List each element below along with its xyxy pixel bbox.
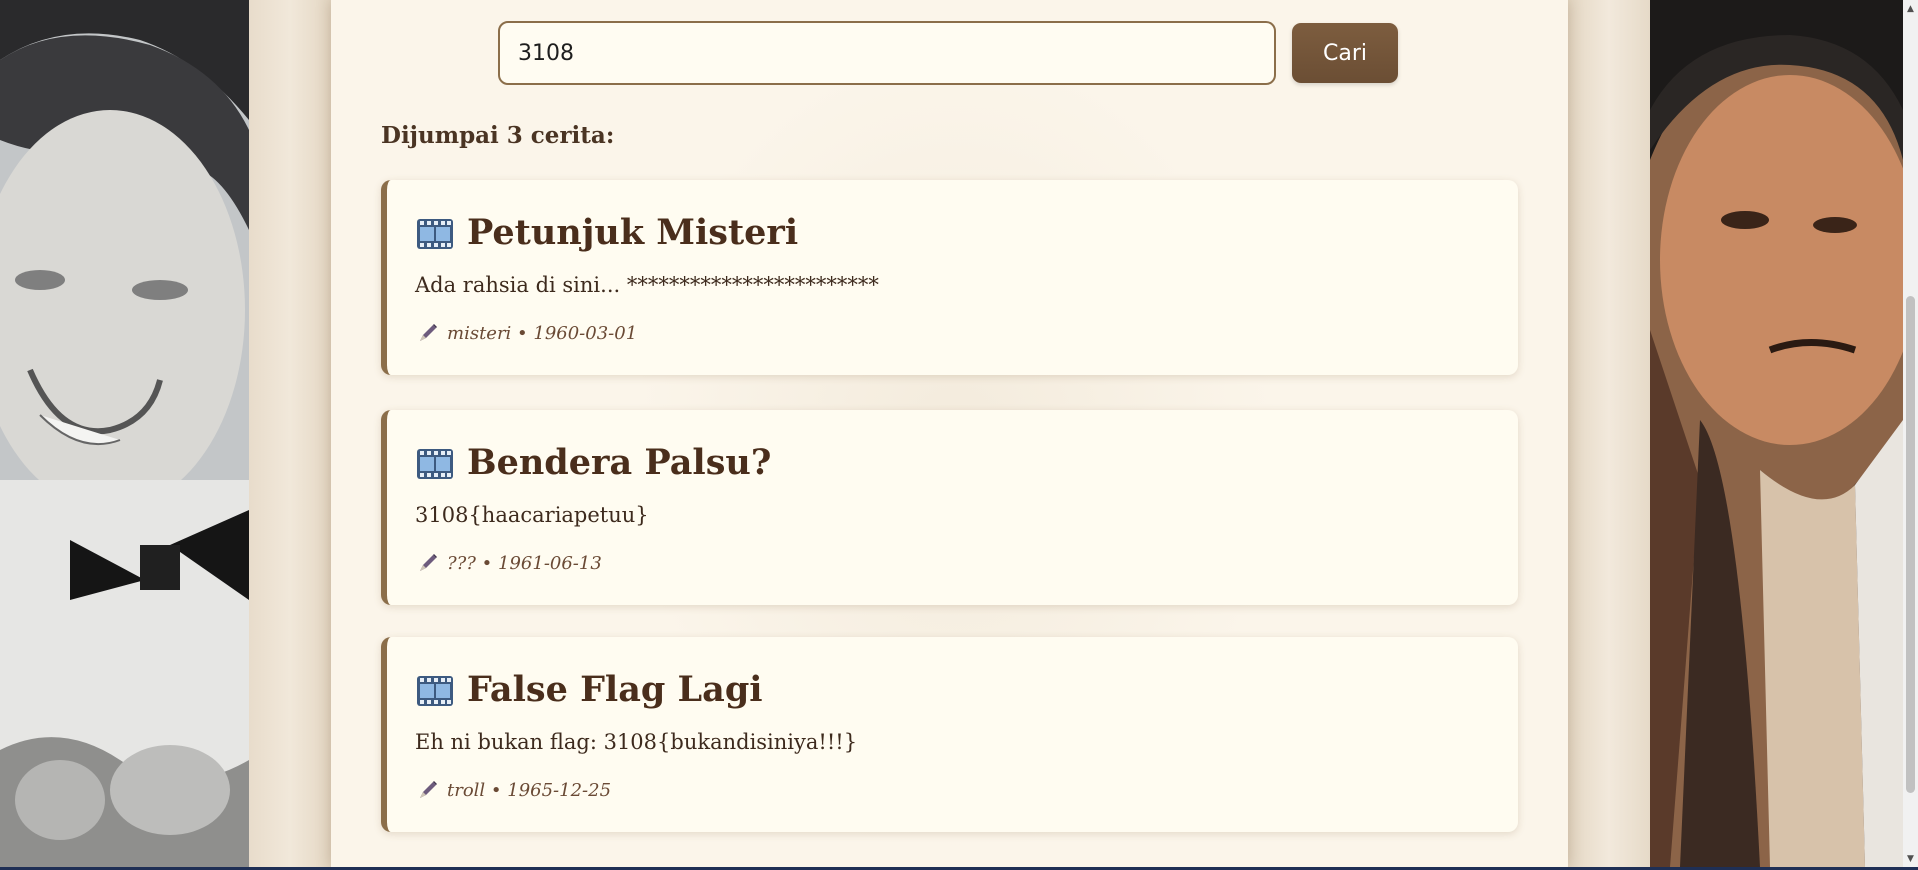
story-card-title-row: Bendera Palsu? (417, 439, 771, 485)
left-portrait-photo (0, 0, 249, 867)
story-card-body: 3108{haacariapetuu} (415, 503, 649, 527)
search-button[interactable]: Cari (1292, 23, 1398, 83)
story-card: Petunjuk Misteri Ada rahsia di sini... *… (381, 180, 1518, 375)
story-card-meta-text: ??? • 1961-06-13 (447, 552, 602, 574)
pen-icon (417, 322, 439, 344)
vertical-scrollbar[interactable]: ▲ ▼ (1903, 0, 1918, 867)
result-count-heading: Dijumpai 3 cerita: (381, 122, 615, 149)
search-input[interactable] (498, 21, 1276, 85)
story-card: Bendera Palsu? 3108{haacariapetuu} ??? •… (381, 410, 1518, 605)
film-frames-icon (417, 447, 453, 479)
story-card-meta-text: troll • 1965-12-25 (447, 779, 612, 801)
paper-background-left (249, 0, 331, 867)
story-card-meta-text: misteri • 1960-03-01 (447, 322, 638, 344)
story-card-body: Ada rahsia di sini... ******************… (415, 273, 879, 297)
story-card-meta: ??? • 1961-06-13 (417, 552, 602, 574)
paper-background-right (1568, 0, 1650, 867)
story-card-title: Bendera Palsu? (467, 441, 772, 483)
pen-icon (417, 552, 439, 574)
story-card-title: Petunjuk Misteri (467, 211, 799, 253)
scrollbar-thumb[interactable] (1906, 296, 1915, 793)
film-frames-icon (417, 674, 453, 706)
story-card-title: False Flag Lagi (467, 668, 763, 710)
scroll-up-arrow-icon[interactable]: ▲ (1903, 0, 1918, 17)
scroll-down-arrow-icon[interactable]: ▼ (1903, 850, 1918, 867)
story-card-meta: misteri • 1960-03-01 (417, 322, 637, 344)
right-portrait-photo (1650, 0, 1903, 867)
film-frames-icon (417, 217, 453, 249)
main-content-panel: Cari Dijumpai 3 cerita: Petunjuk Misteri… (331, 0, 1568, 867)
story-card: False Flag Lagi Eh ni bukan flag: 3108{b… (381, 637, 1518, 832)
story-card-title-row: Petunjuk Misteri (417, 209, 798, 255)
story-card-body: Eh ni bukan flag: 3108{bukandisiniya!!!} (415, 730, 858, 754)
page-viewport: Cari Dijumpai 3 cerita: Petunjuk Misteri… (0, 0, 1903, 867)
story-card-meta: troll • 1965-12-25 (417, 779, 611, 801)
story-card-title-row: False Flag Lagi (417, 666, 763, 712)
search-bar: Cari (498, 21, 1398, 85)
pen-icon (417, 779, 439, 801)
